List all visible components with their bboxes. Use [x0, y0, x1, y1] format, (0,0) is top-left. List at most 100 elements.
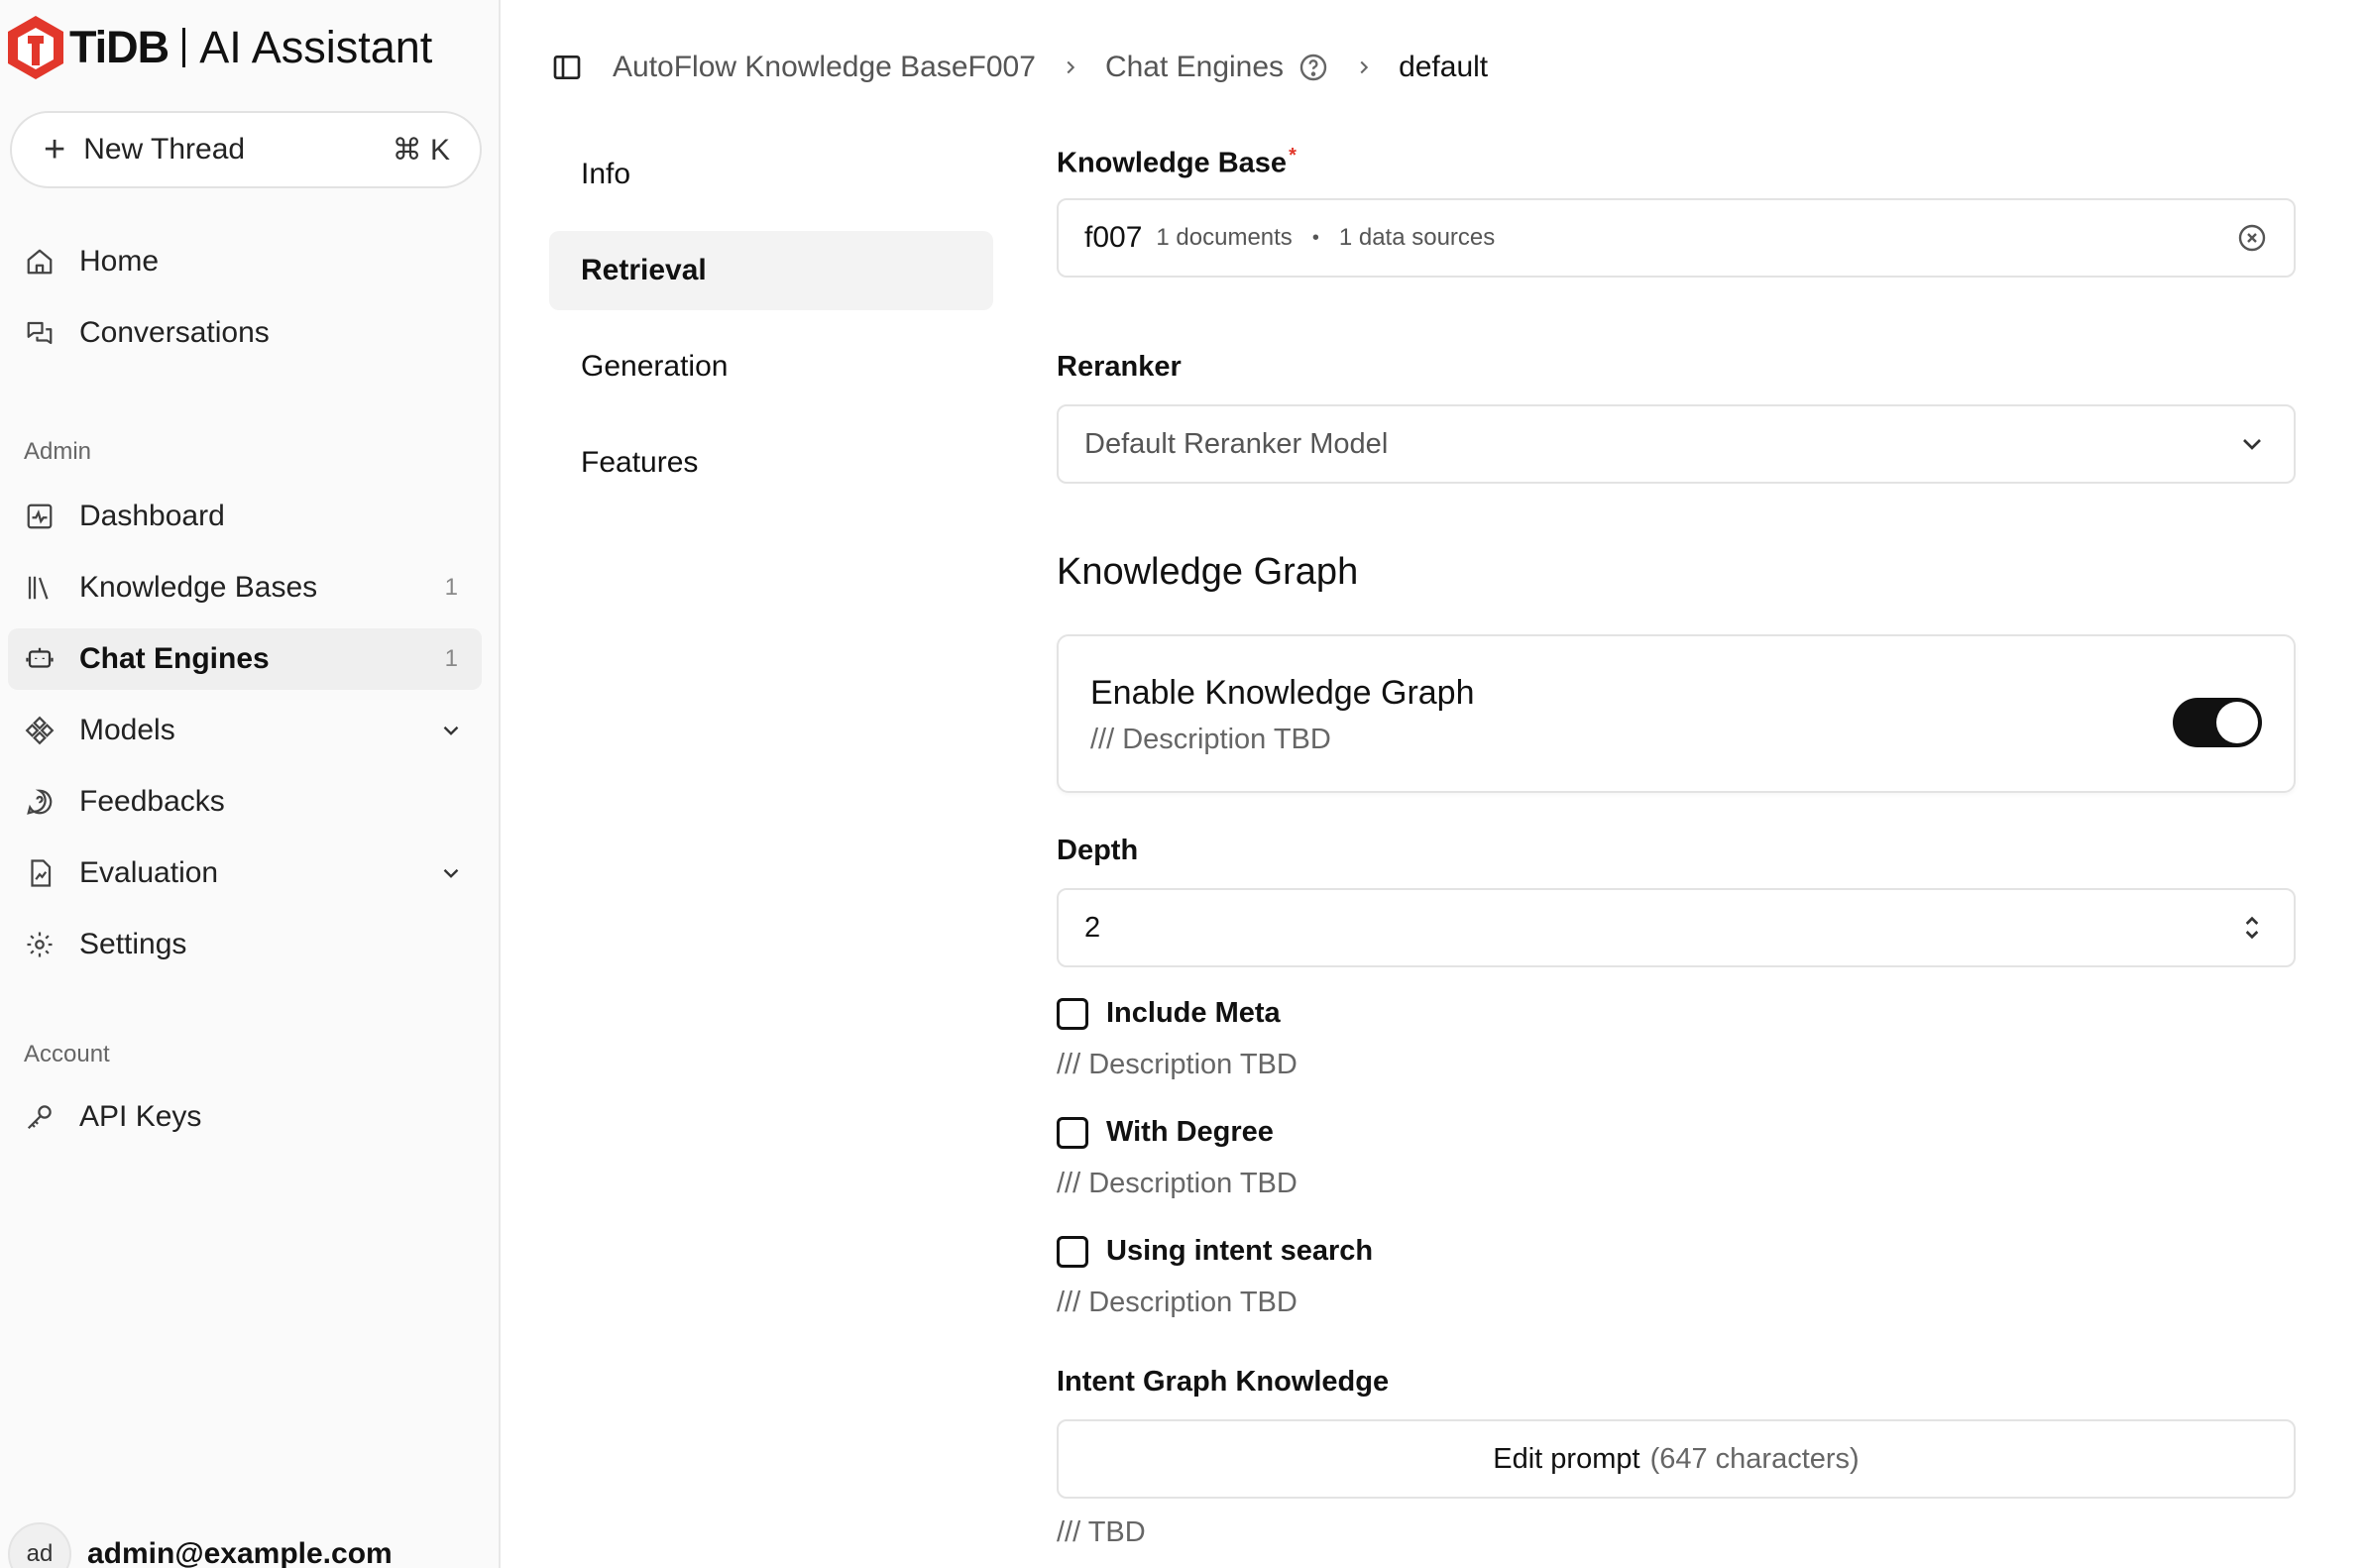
user-menu[interactable]: ad admin@example.com	[8, 1522, 393, 1568]
include-meta-label: Include Meta	[1106, 997, 1281, 1029]
app-root: TiDB AI Assistant + New Thread ⌘ K Home …	[0, 0, 2369, 1568]
sidebar-item-label: Home	[79, 245, 160, 278]
sidebar-item-label: API Keys	[79, 1100, 202, 1133]
intent-graph-description: /// TBD	[1057, 1516, 1146, 1548]
admin-section-label: Admin	[24, 438, 92, 465]
sidebar-item-models[interactable]: Models	[8, 700, 482, 761]
include-meta-checkbox[interactable]	[1057, 997, 1088, 1030]
new-thread-button[interactable]: + New Thread ⌘ K	[10, 111, 482, 188]
sidebar-item-label: Chat Engines	[79, 642, 270, 675]
sidebar-item-conversations[interactable]: Conversations	[8, 302, 482, 364]
include-meta-description: /// Description TBD	[1057, 1049, 1297, 1080]
count-badge: 1	[444, 574, 458, 601]
sidebar-item-api-keys[interactable]: API Keys	[8, 1086, 482, 1148]
knowledge-base-sources: 1 data sources	[1338, 224, 1496, 251]
brand-name: TiDB	[69, 22, 169, 72]
intent-search-checkbox[interactable]	[1057, 1235, 1088, 1268]
avatar: ad	[8, 1522, 71, 1568]
sidebar-item-dashboard[interactable]: Dashboard	[8, 486, 482, 547]
edit-prompt-button[interactable]: Edit prompt (647 characters)	[1057, 1419, 2296, 1499]
app-logo[interactable]: TiDB AI Assistant	[6, 12, 432, 83]
with-degree-checkbox[interactable]	[1057, 1116, 1088, 1149]
sidebar-item-chat-engines[interactable]: Chat Engines 1	[8, 628, 482, 690]
chevron-right-icon	[1067, 60, 1075, 74]
sidebar-item-label: Knowledge Bases	[79, 571, 318, 604]
with-degree-label: With Degree	[1106, 1116, 1274, 1148]
sidebar-item-knowledge-bases[interactable]: Knowledge Bases 1	[8, 557, 482, 618]
sidebar-item-settings[interactable]: Settings	[8, 914, 482, 975]
enable-kg-title: Enable Knowledge Graph	[1090, 674, 1475, 712]
sidebar-item-evaluation[interactable]: Evaluation	[8, 842, 482, 904]
knowledge-base-documents: 1 documents	[1156, 224, 1293, 251]
chevron-down-icon[interactable]	[438, 718, 464, 743]
key-icon	[24, 1101, 56, 1133]
new-thread-label: New Thread	[83, 133, 246, 166]
models-icon	[24, 715, 56, 746]
sidebar-item-label: Models	[79, 714, 175, 746]
enable-kg-description: /// Description TBD	[1090, 724, 1331, 755]
knowledge-base-label-text: Knowledge Base	[1057, 147, 1288, 179]
reranker-placeholder: Default Reranker Model	[1084, 427, 1389, 460]
breadcrumb-knowledge-base[interactable]: AutoFlow Knowledge BaseF007	[613, 51, 1036, 84]
tab-features[interactable]: Features	[549, 423, 993, 503]
intent-graph-label: Intent Graph Knowledge	[1057, 1366, 1390, 1398]
stepper-icon[interactable]	[2236, 912, 2268, 944]
intent-search-description: /// Description TBD	[1057, 1287, 1297, 1318]
sidebar-item-label: Settings	[79, 928, 187, 960]
clear-icon[interactable]	[2236, 222, 2268, 254]
chevron-down-icon	[2243, 439, 2261, 450]
home-icon	[24, 246, 56, 278]
dashboard-icon	[24, 501, 56, 532]
knowledge-base-select[interactable]: f007 1 documents • 1 data sources	[1057, 198, 2296, 278]
count-badge: 1	[444, 645, 458, 672]
sidebar-item-label: Conversations	[79, 316, 270, 349]
user-email: admin@example.com	[87, 1537, 393, 1568]
enable-knowledge-graph-card: Enable Knowledge Graph /// Description T…	[1057, 634, 2296, 793]
reranker-select[interactable]: Default Reranker Model	[1057, 404, 2296, 484]
breadcrumb-current: default	[1399, 51, 1489, 83]
conversations-icon	[24, 317, 56, 349]
chevron-down-icon[interactable]	[438, 860, 464, 886]
knowledge-base-name: f007	[1084, 221, 1143, 254]
sidebar-item-feedbacks[interactable]: Feedbacks	[8, 771, 482, 833]
help-icon[interactable]	[1297, 52, 1329, 83]
sidebar: TiDB AI Assistant + New Thread ⌘ K Home …	[0, 0, 501, 1568]
edit-prompt-label: Edit prompt	[1493, 1442, 1640, 1475]
depth-input[interactable]: 2	[1057, 888, 2296, 967]
brand-divider	[182, 28, 186, 67]
tidb-logo-icon	[8, 16, 63, 79]
chevron-right-icon	[1360, 60, 1369, 74]
sidebar-item-label: Evaluation	[79, 856, 219, 889]
account-section-label: Account	[24, 1041, 110, 1067]
depth-label: Depth	[1057, 835, 1139, 866]
breadcrumb: AutoFlow Knowledge BaseF007 Chat Engines…	[551, 44, 1488, 91]
gear-icon	[24, 929, 56, 960]
include-meta-checkbox-row[interactable]: Include Meta	[1057, 997, 1281, 1030]
knowledge-graph-heading: Knowledge Graph	[1057, 551, 1359, 593]
breadcrumb-chat-engines[interactable]: Chat Engines	[1105, 51, 1284, 84]
prompt-char-count: (647 characters)	[1649, 1442, 1860, 1475]
meta-separator: •	[1311, 226, 1319, 249]
library-icon	[24, 572, 56, 604]
knowledge-base-label: Knowledge Base *	[1057, 145, 1297, 180]
product-name: AI Assistant	[199, 22, 433, 72]
intent-search-checkbox-row[interactable]: Using intent search	[1057, 1235, 1373, 1268]
tab-info[interactable]: Info	[549, 135, 993, 214]
bot-icon	[24, 643, 56, 675]
enable-kg-toggle[interactable]	[2173, 698, 2262, 747]
sidebar-toggle-icon[interactable]	[551, 52, 583, 83]
sidebar-item-label: Feedbacks	[79, 785, 225, 818]
feedback-icon	[24, 786, 56, 818]
sidebar-item-label: Dashboard	[79, 500, 225, 532]
tab-retrieval[interactable]: Retrieval	[549, 231, 993, 310]
toggle-knob	[2216, 702, 2258, 743]
intent-search-label: Using intent search	[1106, 1235, 1374, 1267]
shortcut-hint: ⌘ K	[392, 133, 450, 167]
sidebar-item-home[interactable]: Home	[8, 231, 482, 292]
with-degree-checkbox-row[interactable]: With Degree	[1057, 1116, 1274, 1149]
plus-icon: +	[44, 129, 66, 170]
required-marker: *	[1289, 145, 1297, 167]
tab-generation[interactable]: Generation	[549, 327, 993, 406]
depth-value: 2	[1084, 911, 1101, 944]
evaluation-icon	[24, 857, 56, 889]
